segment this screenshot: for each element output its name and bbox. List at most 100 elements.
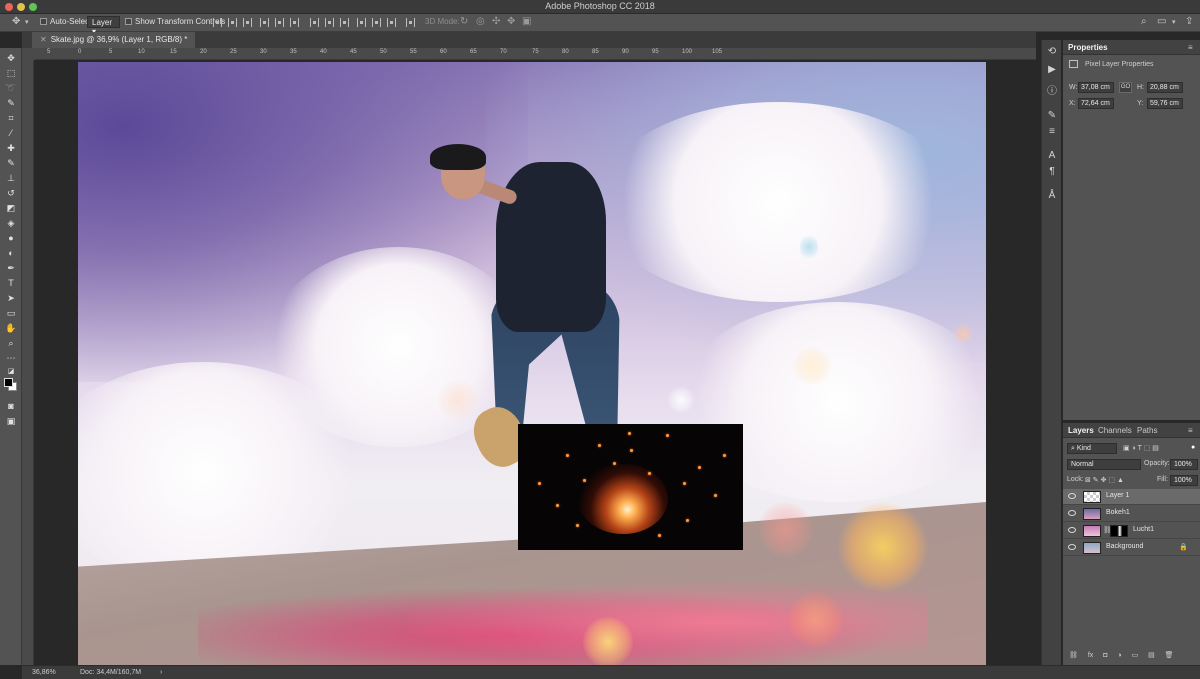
dodge-tool-icon[interactable]: ◐	[4, 247, 18, 259]
blend-mode-dropdown[interactable]: Normal	[1067, 459, 1141, 470]
workspace-icon[interactable]: ▭	[1157, 16, 1166, 27]
panel-menu-icon[interactable]: ≡	[1188, 426, 1193, 435]
rectangle-tool-icon[interactable]: ▭	[4, 307, 18, 319]
3d-orbit-icon[interactable]: ↻	[460, 16, 468, 27]
layer-name[interactable]: Background	[1106, 543, 1143, 550]
healing-brush-tool-icon[interactable]: ✚	[4, 142, 18, 154]
quick-mask-icon[interactable]: ◙	[4, 400, 18, 412]
quick-select-tool-icon[interactable]: ✎	[4, 97, 18, 109]
crop-tool-icon[interactable]: ⌗	[4, 112, 18, 124]
opacity-field[interactable]: 100%	[1170, 459, 1198, 470]
info-panel-icon[interactable]: ⓘ	[1046, 86, 1058, 98]
character-panel-icon[interactable]: A	[1046, 150, 1058, 162]
history-panel-icon[interactable]: ⟲	[1046, 46, 1058, 58]
distribute-top-icon[interactable]	[310, 18, 319, 27]
more-tools-icon[interactable]: ⋯	[4, 352, 18, 364]
default-colors-icon[interactable]: ◪	[4, 366, 18, 378]
move-tool-icon[interactable]: ✥	[4, 52, 18, 64]
layer-row-layer-1[interactable]: Layer 1	[1063, 489, 1200, 505]
horizontal-ruler[interactable]: 5 0 5 10 15 20 25 30 35 40 45 50 55 60 6…	[35, 48, 1036, 60]
history-brush-tool-icon[interactable]: ↺	[4, 187, 18, 199]
align-right-icon[interactable]	[290, 18, 299, 27]
layer-mask-thumbnail[interactable]	[1110, 525, 1128, 537]
move-tool-icon[interactable]: ✥	[12, 16, 20, 27]
close-tab-icon[interactable]: ✕	[40, 35, 47, 44]
auto-select-target-dropdown[interactable]: Layer ▾	[87, 16, 120, 36]
document-image[interactable]	[78, 62, 986, 666]
align-bottom-icon[interactable]	[243, 18, 252, 27]
status-menu-icon[interactable]: ›	[160, 669, 162, 676]
workspace-chevron-icon[interactable]: ▾	[1172, 18, 1176, 26]
document-tab[interactable]: ✕ Skate.jpg @ 36,9% (Layer 1, RGB/8) *	[32, 32, 196, 48]
tab-layers[interactable]: Layers	[1068, 426, 1094, 435]
align-vertical-center-icon[interactable]	[228, 18, 237, 27]
zoom-tool-icon[interactable]: ⌕	[4, 337, 18, 349]
distribute-hcenter-icon[interactable]	[372, 18, 381, 27]
width-field[interactable]: 37,08 cm	[1078, 82, 1114, 93]
sparks-layer[interactable]	[518, 424, 743, 550]
3d-pan-icon[interactable]: ✣	[492, 16, 500, 27]
eyedropper-tool-icon[interactable]: ⁄	[4, 127, 18, 139]
paint-bucket-tool-icon[interactable]: ◈	[4, 217, 18, 229]
x-field[interactable]: 72,64 cm	[1078, 98, 1114, 109]
show-transform-controls-checkbox[interactable]: Show Transform Controls	[125, 17, 225, 26]
adjustments-panel-icon[interactable]: ≡	[1046, 126, 1058, 138]
visibility-eye-icon[interactable]	[1068, 510, 1076, 516]
zoom-level[interactable]: 36,86%	[32, 669, 56, 676]
tab-properties[interactable]: Properties	[1068, 43, 1108, 52]
actions-panel-icon[interactable]: ▶	[1046, 64, 1058, 76]
panel-menu-icon[interactable]: ≡	[1188, 43, 1193, 52]
type-tool-icon[interactable]: T	[4, 277, 18, 289]
y-field[interactable]: 59,76 cm	[1147, 98, 1183, 109]
visibility-eye-icon[interactable]	[1068, 493, 1076, 499]
eraser-tool-icon[interactable]: ◩	[4, 202, 18, 214]
ruler-origin[interactable]	[22, 48, 35, 60]
canvas-area[interactable]	[35, 60, 1036, 666]
align-horizontal-center-icon[interactable]	[275, 18, 284, 27]
visibility-eye-icon[interactable]	[1068, 544, 1076, 550]
filter-toggle-icon[interactable]: ●	[1191, 444, 1195, 451]
align-left-icon[interactable]	[260, 18, 269, 27]
layers-footer-icons[interactable]: ⛓ fx ◘ ◑ ▭ ▤ 🗑	[1069, 651, 1174, 659]
3d-slide-icon[interactable]: ✥	[507, 16, 515, 27]
auto-select-box[interactable]	[40, 18, 47, 25]
distribute-left-icon[interactable]	[357, 18, 366, 27]
brush-tool-icon[interactable]: ✎	[4, 157, 18, 169]
lock-icons[interactable]: ⊠ ✎ ✥ ⬚ ▲	[1085, 476, 1124, 484]
3d-roll-icon[interactable]: ◎	[476, 16, 485, 27]
layer-name[interactable]: Bokeh1	[1106, 509, 1130, 516]
layer-name[interactable]: Lucht1	[1133, 526, 1154, 533]
layer-row-lucht1[interactable]: ⛓ Lucht1	[1063, 523, 1200, 539]
auto-align-icon[interactable]	[406, 18, 415, 27]
layer-row-background[interactable]: Background 🔒	[1063, 540, 1200, 556]
filter-icons[interactable]: ▣ ◑ T ⬚ ▤	[1123, 444, 1159, 452]
vertical-ruler[interactable]	[22, 60, 34, 665]
glyphs-panel-icon[interactable]: Å	[1046, 190, 1058, 202]
auto-select-checkbox[interactable]: Auto-Select:	[40, 17, 94, 26]
pen-tool-icon[interactable]: ✒	[4, 262, 18, 274]
3d-scale-icon[interactable]: ▣	[522, 16, 531, 27]
show-transform-box[interactable]	[125, 18, 132, 25]
visibility-eye-icon[interactable]	[1068, 527, 1076, 533]
height-field[interactable]: 20,88 cm	[1147, 82, 1183, 93]
align-top-icon[interactable]	[213, 18, 222, 27]
hand-tool-icon[interactable]: ✋	[4, 322, 18, 334]
screen-mode-icon[interactable]: ▣	[4, 415, 18, 427]
paragraph-panel-icon[interactable]: ¶	[1046, 166, 1058, 178]
link-dimensions-button[interactable]: GO	[1119, 82, 1132, 93]
fill-field[interactable]: 100%	[1170, 475, 1198, 486]
distribute-vcenter-icon[interactable]	[325, 18, 334, 27]
path-select-tool-icon[interactable]: ➤	[4, 292, 18, 304]
tool-preset-chevron-icon[interactable]: ▾	[25, 18, 29, 26]
share-icon[interactable]: ⇪	[1185, 16, 1193, 27]
lasso-tool-icon[interactable]: ➰	[4, 82, 18, 94]
blur-tool-icon[interactable]: ●	[4, 232, 18, 244]
search-icon[interactable]: ⌕	[1141, 16, 1147, 27]
tab-channels[interactable]: Channels	[1098, 426, 1132, 435]
distribute-right-icon[interactable]	[387, 18, 396, 27]
foreground-color-swatch[interactable]	[4, 378, 13, 387]
tab-paths[interactable]: Paths	[1137, 426, 1157, 435]
brushes-panel-icon[interactable]: ✎	[1046, 110, 1058, 122]
clone-stamp-tool-icon[interactable]: ⊥	[4, 172, 18, 184]
layer-row-bokeh1[interactable]: Bokeh1	[1063, 506, 1200, 522]
